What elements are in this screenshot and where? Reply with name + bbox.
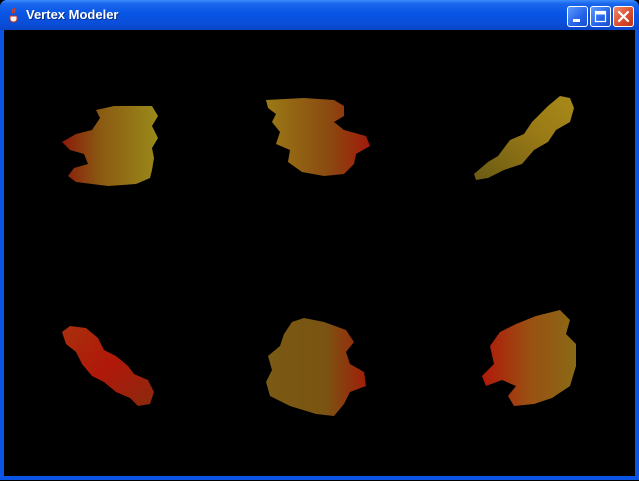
scene-canvas[interactable] [4, 30, 635, 476]
model-5[interactable] [266, 318, 366, 416]
model-2[interactable] [266, 98, 370, 176]
close-button[interactable] [613, 6, 634, 27]
java-cup-icon[interactable] [6, 7, 22, 23]
maximize-icon [594, 10, 607, 23]
maximize-button[interactable] [590, 6, 611, 27]
close-icon [617, 10, 630, 23]
app-window: Vertex Modeler [0, 0, 639, 480]
minimize-button[interactable] [567, 6, 588, 27]
title-bar[interactable]: Vertex Modeler [0, 0, 639, 30]
model-4[interactable] [62, 326, 154, 406]
model-6[interactable] [482, 310, 576, 406]
model-1[interactable] [62, 106, 158, 186]
render-viewport[interactable] [4, 30, 635, 476]
model-3[interactable] [474, 96, 574, 180]
window-title: Vertex Modeler [26, 7, 119, 22]
minimize-icon [573, 19, 580, 22]
